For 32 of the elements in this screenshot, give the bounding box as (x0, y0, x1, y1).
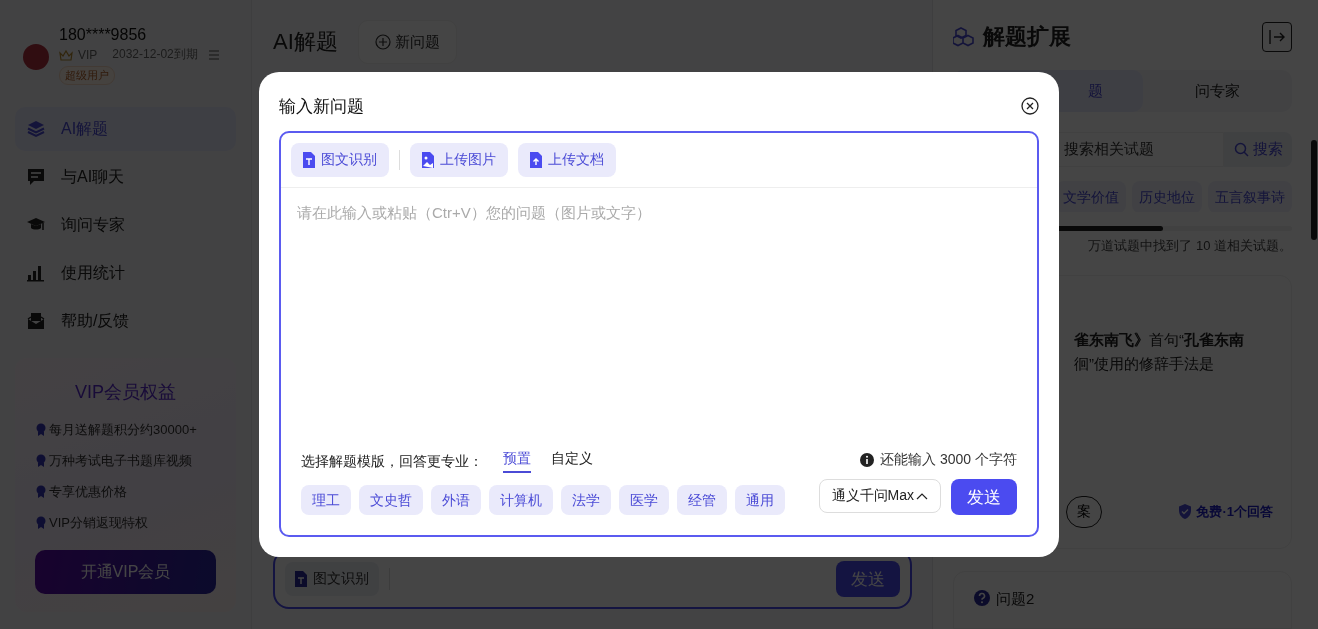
subject-chip[interactable]: 医学 (619, 485, 669, 515)
card-title: 问题2 (996, 589, 1035, 609)
toolbar-button[interactable]: 上传图片 (410, 143, 508, 177)
image-file-icon (422, 152, 434, 168)
model-selector[interactable]: 通义千问Max (818, 479, 941, 513)
subject-chip[interactable]: 文史哲 (359, 485, 423, 515)
send-button[interactable]: 发送 (951, 479, 1017, 515)
upload-file-icon (530, 152, 542, 168)
close-icon (1021, 97, 1039, 115)
toolbar-button[interactable]: 上传文档 (518, 143, 616, 177)
subject-chip[interactable]: 法学 (561, 485, 611, 515)
character-limit-text: 还能输入 3000 个字符 (880, 451, 1017, 469)
text-document-icon (303, 152, 315, 168)
close-button[interactable] (1021, 97, 1039, 115)
question-text: 雀东南飞》首句“孔雀东南 (1074, 330, 1245, 351)
phone-number: 180****9856 (59, 26, 148, 44)
template-tab[interactable]: 自定义 (551, 450, 593, 473)
question-input-field[interactable]: 图文识别 上传图片 上传文档 请在此输入或粘贴（Ctr+V）您的问题（图片或文字） 选择解题模版，回答更专业： 预置 自定义 理工 文史哲 外语 计算机 法学 医学 经管 通用 还能输入 3000 个字符 通义千问Max 发送 (279, 131, 1039, 537)
caret-up-icon (916, 491, 928, 501)
info-icon (860, 453, 875, 467)
subject-chip[interactable]: 经管 (677, 485, 727, 515)
subject-chip[interactable]: 计算机 (489, 485, 553, 515)
dialog-title: 输入新问题 (279, 95, 364, 118)
template-label: 选择解题模版，回答更专业： (301, 452, 483, 471)
toolbar-button[interactable]: 图文识别 (291, 143, 389, 177)
answer-meta: 免费·1个回答 (1196, 502, 1273, 521)
template-tab[interactable]: 预置 (503, 450, 531, 473)
page-title: AI解题 (273, 28, 338, 56)
subject-chip[interactable]: 外语 (431, 485, 481, 515)
panel-title: 解题扩展 (983, 23, 1071, 51)
subject-chip[interactable]: 通用 (735, 485, 785, 515)
subject-chip[interactable]: 理工 (301, 485, 351, 515)
